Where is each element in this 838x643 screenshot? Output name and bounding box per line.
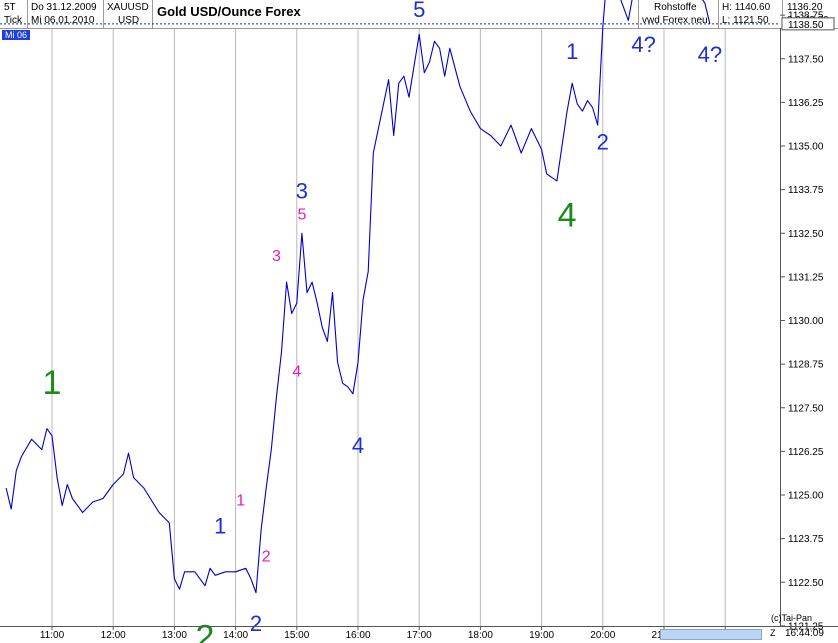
- wave-label-sub: 2: [262, 548, 271, 565]
- wave-label-major: 4: [558, 196, 577, 234]
- wave-label-sub: 5: [297, 206, 306, 223]
- wave-label-minor: 3: [296, 178, 308, 203]
- y-tick-label: 1127.50: [788, 403, 824, 414]
- copyright-label: (c)Tai-Pan: [771, 613, 813, 623]
- y-axis: 1121.251122.501123.751125.001126.251127.…: [780, 11, 824, 632]
- y-tick-label: 1122.50: [788, 578, 824, 589]
- wave-label-major: 1: [43, 364, 62, 402]
- wave-label-minor: 4: [352, 433, 364, 458]
- wave-label-sub: 4: [292, 363, 301, 380]
- scrollbar-thumb[interactable]: [660, 629, 762, 640]
- y-tick-label: 1126.25: [788, 447, 824, 458]
- grid: [51, 29, 726, 626]
- y-tick-label: 1135.00: [788, 142, 824, 153]
- y-tick-label: 1131.25: [788, 272, 824, 283]
- y-tick-label: 1132.50: [788, 229, 824, 240]
- wave-label-minor: 1: [214, 513, 226, 538]
- footer: (c)Tai-Pan Z 16:44:09: [0, 613, 838, 643]
- y-tick-label: 1137.50: [788, 54, 824, 65]
- y-tick-label: 1136.25: [788, 98, 824, 109]
- wave-label-minor: 5: [413, 0, 425, 22]
- wave-label-sub: 1: [236, 492, 245, 509]
- wave-label-minor: 4?: [631, 32, 655, 57]
- wave-label-minor: 1: [566, 39, 578, 64]
- current-price-marker: 1138.50: [781, 17, 835, 31]
- y-tick-label: 1133.75: [788, 185, 824, 196]
- z-label: Z: [770, 628, 776, 638]
- y-tick-label: 1128.75: [788, 360, 824, 371]
- y-tick-label: 1130.00: [788, 316, 824, 327]
- y-tick-label: 1125.00: [788, 491, 824, 502]
- clock-label: 16:44:09: [785, 628, 824, 639]
- price-chart: 11:00 12:00 13:00 14:00 15:00 16:00 17:00 18:00…: [0, 0, 835, 643]
- wave-label-minor: 2: [597, 129, 609, 154]
- current-price-text: 1138.50: [788, 20, 824, 31]
- wave-label-sub: 3: [272, 248, 281, 265]
- wave-label-minor: 4?: [698, 42, 722, 67]
- y-tick-label: 1123.75: [788, 534, 824, 545]
